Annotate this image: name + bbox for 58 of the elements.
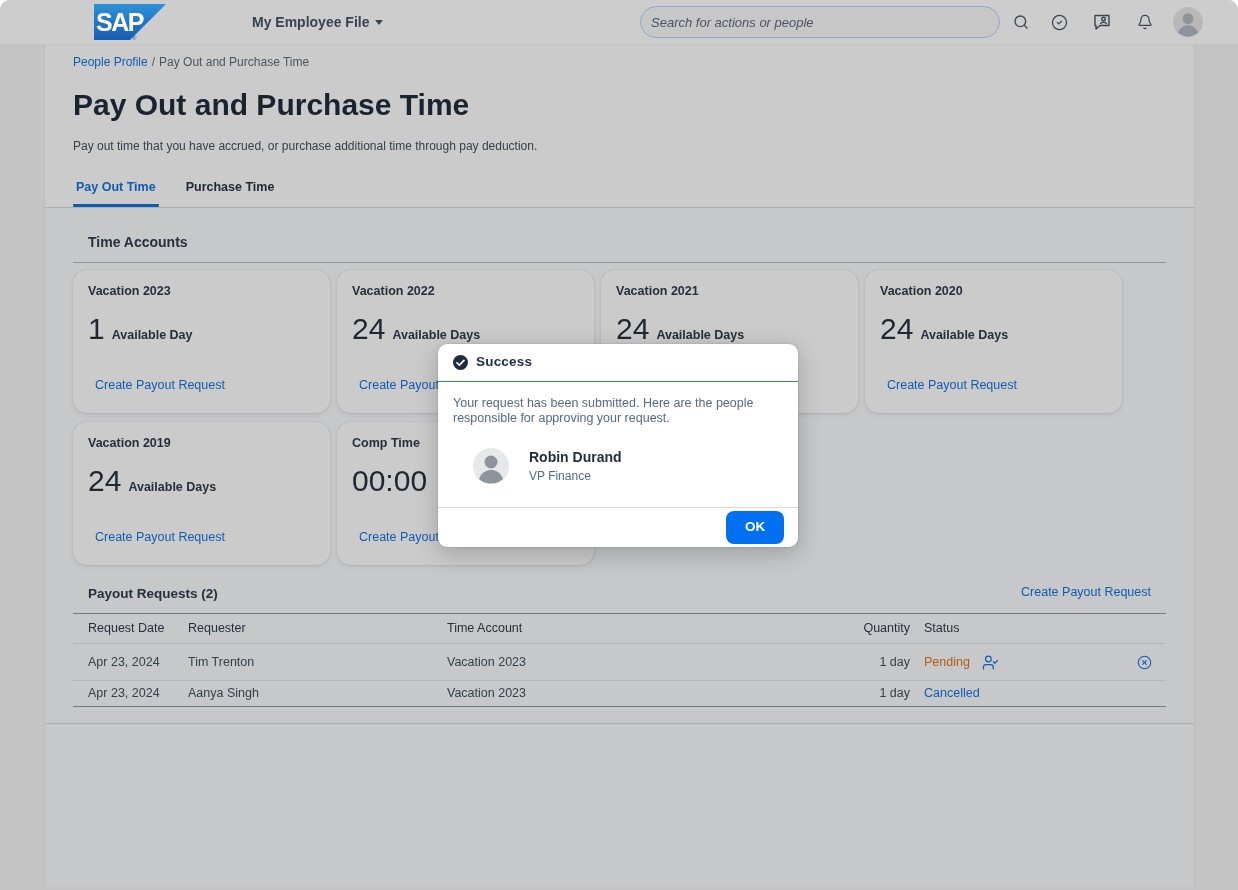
amount-unit: Available Days — [656, 329, 745, 342]
success-check-icon — [453, 355, 468, 370]
dialog-title: Success — [476, 353, 533, 372]
table-cell-text: Apr 23, 2024 — [87, 685, 160, 702]
card-title: Comp Time — [352, 435, 420, 451]
table-cell: Vacation 2023 — [447, 685, 526, 702]
available-amount: 1 — [88, 314, 105, 344]
create-payout-link[interactable]: Create Payout Request — [88, 525, 232, 549]
create-payout-link[interactable]: Create Payout Request — [1021, 584, 1151, 600]
card-title: Vacation 2019 — [88, 435, 171, 451]
column-header: Status — [923, 620, 961, 638]
column-header: Request Date — [87, 620, 166, 638]
page-description: Pay out time that you have accrued, or purchase additional time through pay deduction. — [73, 138, 539, 154]
table-cell-text: 1 day — [879, 685, 911, 702]
table-cell-text: 1 day — [879, 653, 911, 671]
create-payout-link[interactable]: Create Payout — [352, 525, 446, 549]
column-header: Quantity — [862, 620, 911, 638]
available-amount: 00:00 — [352, 466, 428, 496]
caret-icon — [375, 19, 384, 25]
card-title: Vacation 2020 — [880, 283, 963, 299]
status-text: Pending — [924, 653, 970, 671]
table-cell: Aanya Singh — [188, 685, 259, 702]
tab[interactable]: Purchase Time — [182, 171, 278, 207]
available-amount: 24 — [616, 314, 650, 344]
card-title: Vacation 2023 — [88, 283, 171, 299]
search-field[interactable]: Search for actions or people — [640, 6, 1000, 38]
amount-unit: Available Days — [920, 329, 1009, 342]
card-title: Vacation 2021 — [616, 283, 699, 299]
avatar-icon — [473, 448, 509, 484]
approver-role: VP Finance — [529, 468, 592, 484]
page-title: Pay Out and Purchase Time — [73, 87, 471, 123]
available-amount: 24 — [88, 466, 122, 496]
create-payout-link[interactable]: Create Payout Request — [880, 373, 1024, 397]
amount-unit: Available Days — [392, 329, 481, 342]
breadcrumb-link[interactable]: People Profile — [73, 55, 148, 69]
section-title: Time Accounts — [88, 233, 189, 252]
card-title: Vacation 2022 — [352, 283, 435, 299]
create-payout-link[interactable]: Create Payout — [352, 373, 446, 397]
approver-name: Robin Durand — [529, 448, 622, 466]
tab[interactable]: Pay Out Time — [73, 171, 159, 207]
breadcrumb-separator: / — [151, 55, 156, 69]
available-amount: 24 — [880, 314, 914, 344]
dialog-message: Your request has been submitted. Here are the people responsible for approving your request. — [453, 396, 755, 426]
available-amount: 24 — [352, 314, 386, 344]
section-title: Payout Requests (2) — [87, 585, 218, 603]
table-cell-text: Apr 23, 2024 — [87, 653, 160, 671]
chat-bubble-icon — [1093, 13, 1111, 31]
app-menu-button[interactable]: My Employee File — [252, 11, 384, 33]
table-cell: Vacation 2023 — [447, 653, 526, 671]
table-cell: Tim Trenton — [188, 653, 255, 671]
column-header: Time Account — [447, 620, 524, 638]
amount-unit: Available Days — [128, 481, 217, 494]
breadcrumb-current: Pay Out and Purchase Time — [159, 55, 310, 69]
column-header: Requester — [188, 620, 247, 638]
create-payout-link[interactable]: Create Payout Request — [88, 373, 232, 397]
ok-button[interactable]: OK — [726, 511, 784, 544]
amount-unit: Available Day — [111, 329, 193, 342]
status-text: Cancelled — [924, 685, 980, 702]
